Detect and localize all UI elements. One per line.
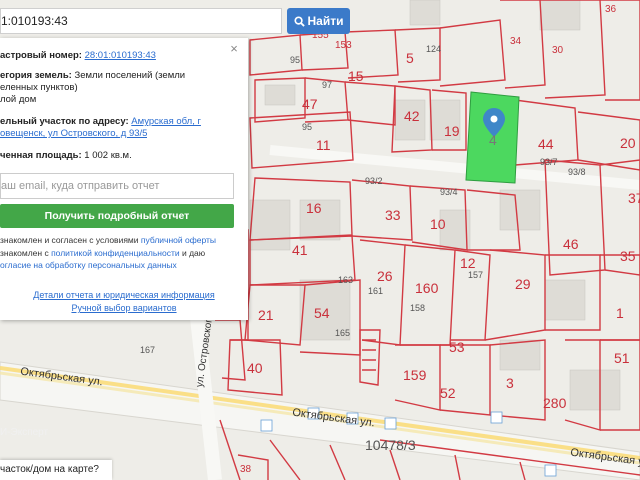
category-value-line3: лой дом xyxy=(0,94,37,105)
parcel-number[interactable]: 41 xyxy=(292,242,308,258)
email-input[interactable]: аш email, куда отправить отчет xyxy=(0,173,234,199)
parcel-number[interactable]: 165 xyxy=(335,328,350,338)
parcel-number[interactable]: 161 xyxy=(368,286,383,296)
search-button[interactable]: Найти xyxy=(287,8,350,34)
parcel-number[interactable]: 46 xyxy=(563,236,579,252)
parcel-number[interactable]: 95 xyxy=(302,122,312,132)
parcel-number[interactable]: 93/2 xyxy=(365,176,383,186)
parcel-number[interactable]: 47 xyxy=(302,96,318,112)
parcel-number[interactable]: 124 xyxy=(426,44,441,54)
parcel-number[interactable]: 1 xyxy=(616,305,624,321)
parcel-number[interactable]: 37 xyxy=(628,190,640,206)
cadastral-number-link[interactable]: 28:01:010193:43 xyxy=(85,50,156,61)
parcel-number[interactable]: 12 xyxy=(460,255,476,271)
search-button-label: Найти xyxy=(307,14,344,28)
consent-privacy: знакомлен с политикой конфиденциальности… xyxy=(0,248,205,259)
parcel-number[interactable]: 35 xyxy=(620,248,636,264)
parcel-number[interactable]: 51 xyxy=(614,350,630,366)
cadastral-label: астровый номер: xyxy=(0,50,82,61)
ask-on-map-button[interactable]: часток/дом на карте? xyxy=(0,460,112,480)
parcel-number[interactable]: 42 xyxy=(404,108,420,124)
parcel-number[interactable]: 93/7 xyxy=(540,157,558,167)
parcel-number[interactable]: 5 xyxy=(406,50,414,66)
category-label: егория земель: xyxy=(0,70,72,81)
category-row: егория земель: Земли поселений (земли xyxy=(0,70,185,82)
parcel-number[interactable]: 163 xyxy=(338,275,353,285)
address-link[interactable]: Амурская обл, г xyxy=(131,116,201,127)
public-offer-link[interactable]: публичной оферты xyxy=(141,235,216,245)
parcel-number[interactable]: 53 xyxy=(449,339,465,355)
parcel-number[interactable]: 157 xyxy=(468,270,483,280)
parcel-number[interactable]: 97 xyxy=(322,80,332,90)
parcel-number[interactable]: 11 xyxy=(316,137,331,153)
search-icon xyxy=(293,15,305,27)
area-value: 1 002 кв.м. xyxy=(84,150,132,161)
parcel-number[interactable]: 10 xyxy=(430,216,446,232)
details-link[interactable]: Детали отчета и юридическая информация xyxy=(0,289,248,301)
parcel-number[interactable]: 36 xyxy=(605,4,616,15)
close-icon[interactable]: × xyxy=(229,42,239,55)
consent-offer-text: знакомлен и согласен с условиями xyxy=(0,235,141,245)
area-label: ченная площадь: xyxy=(0,150,82,161)
parcel-number[interactable]: 34 xyxy=(510,36,521,47)
manual-selection-link[interactable]: Ручной выбор вариантов xyxy=(0,302,248,314)
parcel-number[interactable]: 29 xyxy=(515,276,531,292)
parcel-number[interactable]: 95 xyxy=(290,55,300,65)
consent-offer: знакомлен и согласен с условиями публичн… xyxy=(0,235,216,246)
parcel-number[interactable]: 40 xyxy=(247,360,263,376)
parcel-number[interactable]: 54 xyxy=(314,305,330,321)
parcel-number[interactable]: 38 xyxy=(240,464,251,475)
parcel-number[interactable]: 280 xyxy=(543,395,566,411)
parcel-number[interactable]: 30 xyxy=(552,45,563,56)
parcel-number[interactable]: 19 xyxy=(444,123,460,139)
parcel-number[interactable]: 93/8 xyxy=(568,167,586,177)
consent-privacy-text: знакомлен с xyxy=(0,248,52,258)
parcel-number[interactable]: 16 xyxy=(306,200,322,216)
personal-data-consent-link[interactable]: огласие на обработку персональных данных xyxy=(0,260,177,271)
cadastral-row: астровый номер: 28:01:010193:43 xyxy=(0,50,156,62)
consent-privacy-suffix: и даю xyxy=(179,248,206,258)
get-report-button[interactable]: Получить подробный отчет xyxy=(0,204,234,228)
category-value: Земли поселений (земли xyxy=(74,70,186,81)
parcel-number[interactable]: 10478/3 xyxy=(365,437,416,453)
privacy-policy-link[interactable]: политикой конфиденциальности xyxy=(51,248,180,258)
expert-label[interactable]: И-Эксперт xyxy=(0,427,48,438)
parcel-number[interactable]: 153 xyxy=(335,40,352,51)
parcel-number[interactable]: 52 xyxy=(440,385,456,401)
category-value-line2: еленных пунктов) xyxy=(0,82,78,93)
parcel-number[interactable]: 15 xyxy=(348,68,364,84)
search-input[interactable]: 1:010193:43 xyxy=(0,8,282,34)
parcel-number[interactable]: 4 xyxy=(489,132,497,148)
parcel-number[interactable]: 21 xyxy=(258,307,274,323)
parcel-number[interactable]: 3 xyxy=(506,375,514,391)
parcel-number[interactable]: 20 xyxy=(620,135,636,151)
parcel-number[interactable]: 93/4 xyxy=(440,187,458,197)
address-label: ельный участок по адресу: xyxy=(0,116,129,127)
address-link-line2[interactable]: овещенск, ул Островского, д 93/5 xyxy=(0,128,147,140)
parcel-number[interactable]: 167 xyxy=(140,345,155,355)
address-row: ельный участок по адресу: Амурская обл, … xyxy=(0,116,201,128)
parcel-number[interactable]: 44 xyxy=(538,136,554,152)
parcel-number[interactable]: 33 xyxy=(385,207,401,223)
parcel-number[interactable]: 158 xyxy=(410,303,425,313)
parcel-number[interactable]: 26 xyxy=(377,268,393,284)
parcel-number[interactable]: 160 xyxy=(415,280,438,296)
parcel-info-panel: × астровый номер: 28:01:010193:43 егория… xyxy=(0,38,248,320)
parcel-number[interactable]: 159 xyxy=(403,367,426,383)
area-row: ченная площадь: 1 002 кв.м. xyxy=(0,150,132,162)
